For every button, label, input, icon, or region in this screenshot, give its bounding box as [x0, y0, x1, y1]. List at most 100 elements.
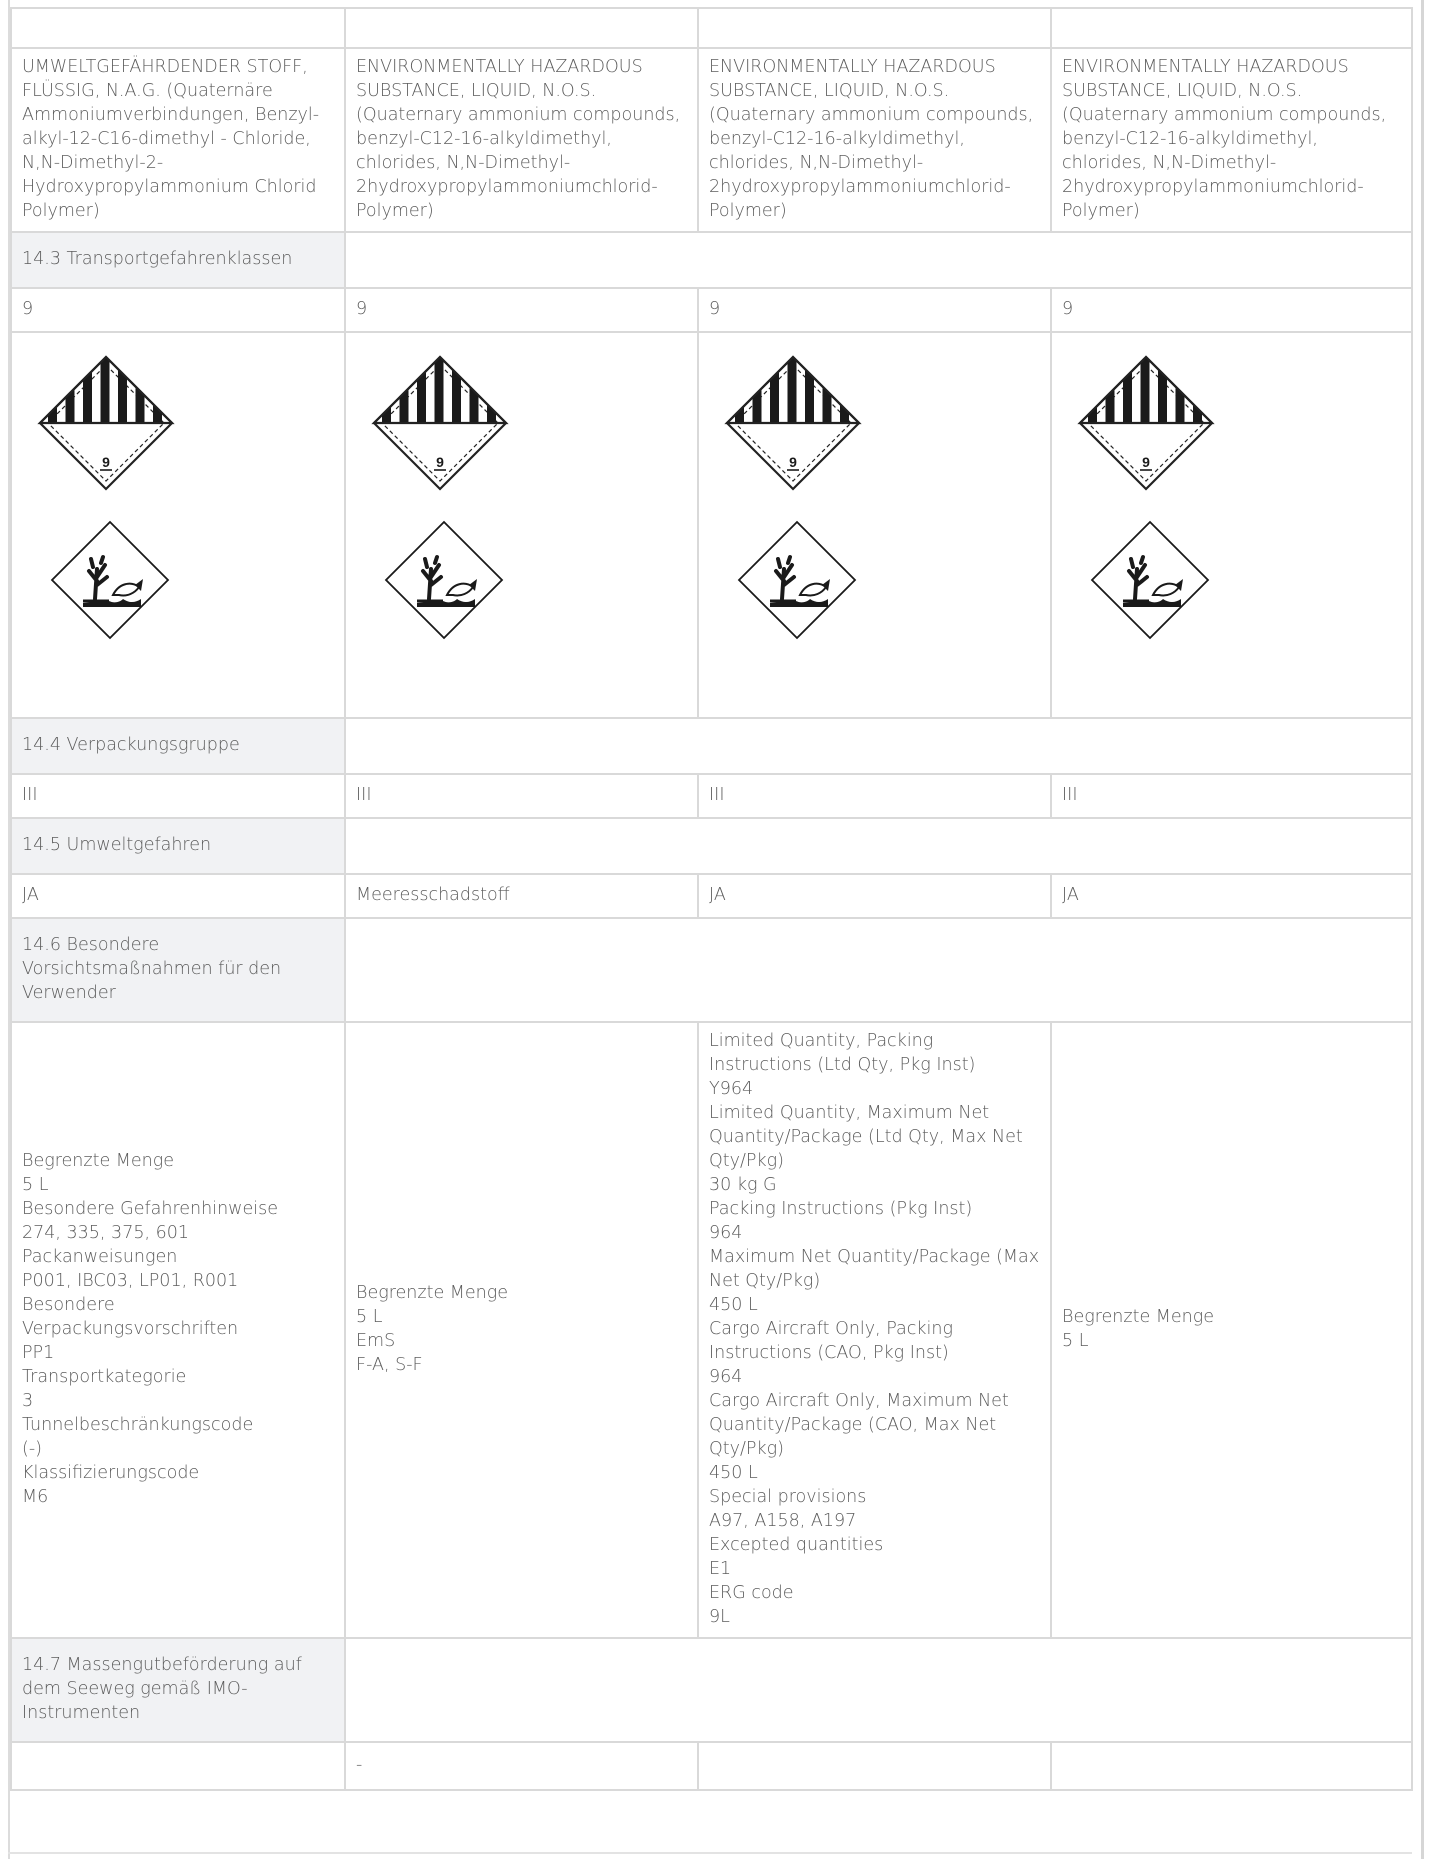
section-heading-14-6: 14.6 Besondere Vorsichtsmaßnahmen für de… [10, 917, 346, 1023]
hazard-class-value: 9 [1050, 287, 1413, 333]
precaution-line: 274, 335, 375, 601 [22, 1223, 189, 1243]
section-heading-14-3: 14.3 Transportgefahrenklassen [10, 231, 346, 289]
precaution-line: PP1 [22, 1343, 55, 1363]
precaution-line: 5 L [22, 1175, 49, 1195]
precaution-line: 30 kg G [709, 1175, 777, 1195]
section-heading-row: 14.6 Besondere Vorsichtsmaßnahmen für de… [10, 917, 1413, 1023]
precaution-line: Excepted quantities [709, 1535, 884, 1555]
table-cell [1050, 7, 1413, 49]
precaution-line: Limited Quantity, Maximum Net Quantity/P… [709, 1103, 1029, 1171]
precautions-cell: Begrenzte Menge 5 L Besondere Gefahrenhinw… [10, 1021, 346, 1639]
precaution-line: M6 [22, 1487, 49, 1507]
precaution-line: EmS [356, 1331, 396, 1351]
pictogram-row: 9 9 9 9 [10, 331, 1413, 719]
precaution-line: F-A, S-F [356, 1355, 423, 1375]
table-cell [10, 7, 346, 49]
pictogram-cell: 9 [1050, 331, 1413, 719]
bulk-transport-value: - [344, 1741, 699, 1791]
section-heading-row: 14.4 Verpackungsgruppe [10, 717, 1413, 775]
transport-information-table: UMWELTGEFÄHRDENDER STOFF, FLÜSSIG, N.A.G… [10, 7, 1413, 1791]
precautions-row: Begrenzte Menge 5 L Besondere Gefahrenhinw… [10, 1021, 1413, 1639]
precaution-line: Packanweisungen [22, 1247, 178, 1267]
shipping-name-adn: ENVIRONMENTALLY HAZARDOUS SUBSTANCE, LIQ… [1050, 47, 1413, 233]
precaution-line: ERG code [709, 1583, 794, 1603]
hazard-class-value: 9 [10, 287, 346, 333]
hazard-class-value: 9 [344, 287, 699, 333]
precaution-line: Packing Instructions (Pkg Inst) [709, 1199, 973, 1219]
precaution-line: 3 [22, 1391, 34, 1411]
class-9-hazard-label-icon: 9 [1077, 355, 1215, 491]
precaution-line: Limited Quantity, Packing Instructions (… [709, 1031, 976, 1075]
bulk-transport-row: - [10, 1741, 1413, 1791]
precautions-cell: Begrenzte Menge 5 L EmS F-A, S-F [344, 1021, 699, 1639]
hazard-class-value: 9 [697, 287, 1052, 333]
precautions-cell: Limited Quantity, Packing Instructions (… [697, 1021, 1052, 1639]
precaution-line: Transportkategorie [22, 1367, 187, 1387]
section-heading-row: 14.7 Massengutbeförderung auf dem Seeweg… [10, 1637, 1413, 1743]
precautions-cell: Begrenzte Menge 5 L [1050, 1021, 1413, 1639]
precaution-line: Maximum Net Quantity/Package (Max Net Qt… [709, 1247, 1045, 1291]
precaution-line: 450 L [709, 1463, 758, 1483]
precaution-line: Begrenzte Menge [356, 1283, 508, 1303]
precaution-line: A97, A158, A197 [709, 1511, 857, 1531]
bulk-transport-value [1050, 1741, 1413, 1791]
table-cell [344, 917, 1413, 1023]
precaution-line: Cargo Aircraft Only, Packing Instruction… [709, 1319, 959, 1363]
shipping-name-iata: ENVIRONMENTALLY HAZARDOUS SUBSTANCE, LIQ… [697, 47, 1052, 233]
packing-group-value: III [697, 773, 1052, 819]
environmental-hazard-value: JA [10, 873, 346, 919]
table-row [10, 7, 1413, 49]
class-number-label: 9 [436, 454, 444, 470]
precaution-line: Tunnelbeschränkungscode [22, 1415, 254, 1435]
pictogram-cell: 9 [10, 331, 346, 719]
precaution-line: Besondere Verpackungsvorschriften [22, 1295, 239, 1339]
shipping-name-row: UMWELTGEFÄHRDENDER STOFF, FLÜSSIG, N.A.G… [10, 47, 1413, 233]
environment-hazard-pictogram-icon [1090, 520, 1210, 640]
precaution-line: Begrenzte Menge [22, 1151, 174, 1171]
precaution-line: Besondere Gefahrenhinweise [22, 1199, 278, 1219]
class-number-label: 9 [1142, 454, 1150, 470]
bulk-transport-value [10, 1741, 346, 1791]
environmental-hazard-value: Meeresschadstoff [344, 873, 699, 919]
environmental-hazard-value: JA [1050, 873, 1413, 919]
class-9-hazard-label-icon: 9 [724, 355, 862, 491]
environment-hazard-pictogram-icon [737, 520, 857, 640]
section-heading-14-5: 14.5 Umweltgefahren [10, 817, 346, 875]
packing-group-value: III [10, 773, 346, 819]
class-number-label: 9 [789, 454, 797, 470]
precaution-line: (-) [22, 1439, 42, 1459]
precaution-line: 964 [709, 1223, 743, 1243]
hazard-class-row: 9 9 9 9 [10, 287, 1413, 333]
bulk-transport-value [697, 1741, 1052, 1791]
shipping-name-imdg: ENVIRONMENTALLY HAZARDOUS SUBSTANCE, LIQ… [344, 47, 699, 233]
table-cell [344, 7, 699, 49]
precaution-line: P001, IBC03, LP01, R001 [22, 1271, 239, 1291]
precaution-line: Begrenzte Menge [1062, 1307, 1214, 1327]
section-heading-row: 14.3 Transportgefahrenklassen [10, 231, 1413, 289]
precaution-line: Cargo Aircraft Only, Maximum Net Quantit… [709, 1391, 1015, 1459]
divider [8, 1852, 1412, 1854]
environment-hazard-pictogram-icon [50, 520, 170, 640]
shipping-name-adr: UMWELTGEFÄHRDENDER STOFF, FLÜSSIG, N.A.G… [10, 47, 346, 233]
table-cell [344, 1637, 1413, 1743]
precaution-line: 450 L [709, 1295, 758, 1315]
packing-group-value: III [1050, 773, 1413, 819]
precaution-line: 9L [709, 1607, 730, 1627]
class-9-hazard-label-icon: 9 [37, 355, 175, 491]
precaution-line: 5 L [356, 1307, 383, 1327]
precaution-line: Klassifizierungscode [22, 1463, 200, 1483]
scrollbar[interactable] [1421, 0, 1424, 1859]
section-heading-14-4: 14.4 Verpackungsgruppe [10, 717, 346, 775]
class-9-hazard-label-icon: 9 [371, 355, 509, 491]
environmental-hazard-row: JA Meeresschadstoff JA JA [10, 873, 1413, 919]
precaution-line: Special provisions [709, 1487, 867, 1507]
section-heading-row: 14.5 Umweltgefahren [10, 817, 1413, 875]
table-cell [344, 817, 1413, 875]
packing-group-value: III [344, 773, 699, 819]
precaution-line: 964 [709, 1367, 743, 1387]
precaution-line: Y964 [709, 1079, 754, 1099]
packing-group-row: III III III III [10, 773, 1413, 819]
table-cell [697, 7, 1052, 49]
pictogram-cell: 9 [697, 331, 1052, 719]
environmental-hazard-value: JA [697, 873, 1052, 919]
